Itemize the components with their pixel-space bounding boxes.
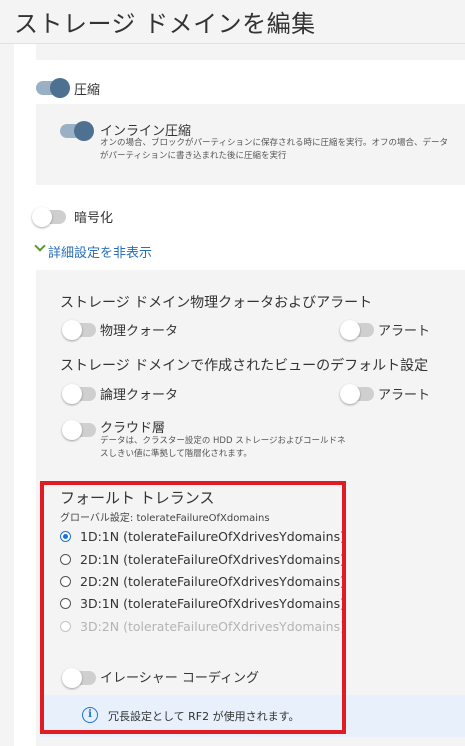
radio-1d1n[interactable] (60, 531, 71, 542)
inline-compression-toggle[interactable] (60, 121, 94, 141)
redundancy-info-banner: i 冗長設定として RF2 が使用されます。 (40, 695, 465, 737)
redundancy-info-text: 冗長設定として RF2 が使用されます。 (108, 710, 300, 723)
toggle-knob (340, 320, 360, 340)
radio-2d1n-label[interactable]: 2D:1N (tolerateFailureOfXdrivesYdomains) (80, 552, 345, 567)
toggle-knob (62, 384, 82, 404)
radio-3d2n (60, 621, 71, 632)
radio-3d1n[interactable] (60, 598, 71, 609)
dialog-header: ストレージ ドメインを編集 (0, 0, 465, 44)
physical-quota-toggle[interactable] (62, 320, 96, 340)
radio-1d1n-label[interactable]: 1D:1N (tolerateFailureOfXdrivesYdomains) (80, 529, 345, 544)
toggle-knob (32, 207, 52, 227)
toggle-knob (74, 121, 94, 141)
global-setting-text: グローバル設定: tolerateFailureOfXdomains (60, 513, 270, 524)
logical-quota-toggle[interactable] (62, 384, 96, 404)
compression-label: 圧縮 (74, 83, 101, 98)
radio-2d1n[interactable] (60, 554, 71, 565)
encryption-toggle[interactable] (32, 207, 66, 227)
toggle-knob (340, 384, 360, 404)
toggle-knob (62, 420, 82, 440)
cloud-tier-toggle[interactable] (62, 420, 96, 440)
erasure-coding-toggle[interactable] (62, 668, 96, 688)
cloud-tier-description: データは、クラスター設定の HDD ストレージおよびコールドネスしきい値に準拠し… (100, 436, 346, 459)
physical-alert-label: アラート (378, 324, 431, 339)
fault-tolerance-title: フォールト トレランス (60, 489, 215, 507)
physical-quota-section-title: ストレージ ドメイン物理クォータおよびアラート (60, 295, 373, 311)
radio-2d2n[interactable] (60, 576, 71, 587)
toggle-knob (50, 78, 70, 98)
encryption-label: 暗号化 (74, 211, 114, 226)
toggle-knob (62, 320, 82, 340)
info-icon: i (82, 707, 98, 723)
toggle-knob (62, 668, 82, 688)
hide-advanced-settings-link[interactable]: 詳細設定を非表示 (48, 242, 152, 261)
view-alert-label: アラート (378, 388, 431, 403)
dialog-title: ストレージ ドメインを編集 (14, 10, 316, 38)
physical-quota-label: 物理クォータ (100, 324, 179, 339)
left-rail (0, 44, 14, 746)
advanced-settings-panel: ストレージ ドメイン物理クォータおよびアラート 物理クォータ アラート ストレー… (36, 270, 465, 746)
dialog-body[interactable]: 圧縮 インライン圧縮 オンの場合、ブロックがパーティションに保存される時に圧縮を… (0, 44, 465, 746)
inline-compression-description: オンの場合、ブロックがパーティションに保存される時に圧縮を実行。オフの場合、デー… (100, 138, 448, 161)
compression-options-panel: インライン圧縮 オンの場合、ブロックがパーティションに保存される時に圧縮を実行。… (36, 104, 465, 185)
top-panel-remnant (36, 44, 465, 60)
radio-3d2n-label: 3D:2N (tolerateFailureOfXdrivesYdomains) (80, 619, 345, 634)
physical-alert-toggle[interactable] (340, 320, 374, 340)
chevron-down-icon[interactable] (34, 240, 46, 252)
radio-2d2n-label[interactable]: 2D:2N (tolerateFailureOfXdrivesYdomains) (80, 574, 345, 589)
compression-toggle[interactable] (36, 78, 70, 98)
cloud-tier-label: クラウド層 (100, 421, 166, 436)
erasure-coding-label: イレーシャー コーディング (100, 671, 259, 686)
radio-3d1n-label[interactable]: 3D:1N (tolerateFailureOfXdrivesYdomains) (80, 596, 345, 611)
logical-quota-label: 論理クォータ (100, 388, 179, 403)
view-defaults-section-title: ストレージ ドメインで作成されたビューのデフォルト設定 (60, 358, 429, 374)
view-alert-toggle[interactable] (340, 384, 374, 404)
